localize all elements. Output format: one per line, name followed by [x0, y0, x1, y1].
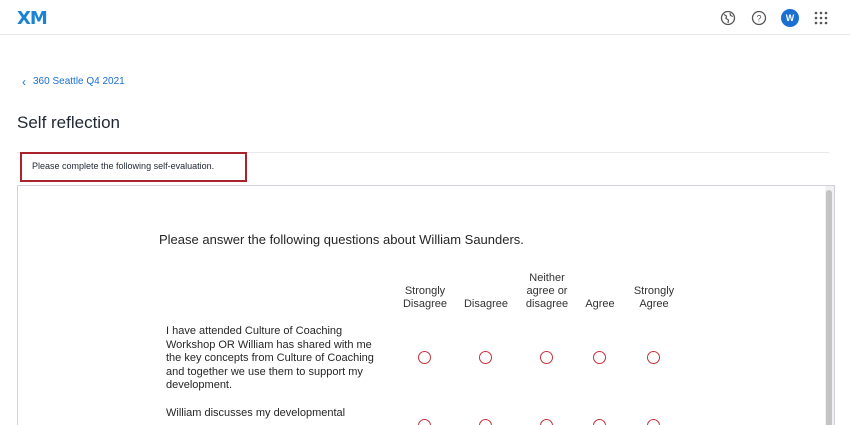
radio-s1-agree[interactable]	[593, 351, 606, 364]
radio-s1-neither[interactable]	[540, 351, 553, 364]
scale-strongly-disagree: Strongly Disagree	[402, 285, 448, 310]
xm-logo[interactable]: XM	[17, 8, 48, 29]
radio-s1-disagree[interactable]	[479, 351, 492, 364]
scrollbar[interactable]	[825, 186, 834, 425]
avatar[interactable]: W	[781, 9, 799, 27]
radio-s2-disagree[interactable]	[479, 419, 492, 425]
radio-s2-strongly-disagree[interactable]	[418, 419, 431, 425]
breadcrumb[interactable]: ‹ 360 Seattle Q4 2021	[22, 74, 125, 89]
radio-s2-neither[interactable]	[540, 419, 553, 425]
statement-1: I have attended Culture of Coaching Work…	[166, 325, 374, 392]
scale-agree: Agree	[585, 298, 615, 310]
scale-disagree: Disagree	[463, 298, 509, 310]
scale-neither: Neither agree or disagree	[525, 272, 569, 310]
radio-s2-strongly-agree[interactable]	[647, 419, 660, 425]
question-text: Please answer the following questions ab…	[159, 232, 524, 247]
top-bar: XM ? W	[0, 0, 850, 35]
app-grid-icon[interactable]	[812, 9, 830, 27]
radio-s2-agree[interactable]	[593, 419, 606, 425]
intro-text-box: Please complete the following self-evalu…	[20, 152, 247, 182]
radio-s1-strongly-agree[interactable]	[647, 351, 660, 364]
survey-frame: Please answer the following questions ab…	[17, 185, 835, 425]
breadcrumb-link[interactable]: 360 Seattle Q4 2021	[33, 76, 125, 87]
help-icon[interactable]: ?	[750, 9, 768, 27]
svg-text:?: ?	[756, 13, 761, 23]
statement-2: William discusses my developmental	[166, 407, 346, 419]
scale-strongly-agree: Strongly Agree	[633, 285, 675, 310]
radio-s1-strongly-disagree[interactable]	[418, 351, 431, 364]
page-title: Self reflection	[17, 113, 120, 132]
globe-icon[interactable]	[719, 9, 737, 27]
chevron-left-icon: ‹	[22, 74, 26, 89]
scrollbar-thumb[interactable]	[826, 190, 832, 425]
top-icons: ? W	[719, 9, 830, 27]
